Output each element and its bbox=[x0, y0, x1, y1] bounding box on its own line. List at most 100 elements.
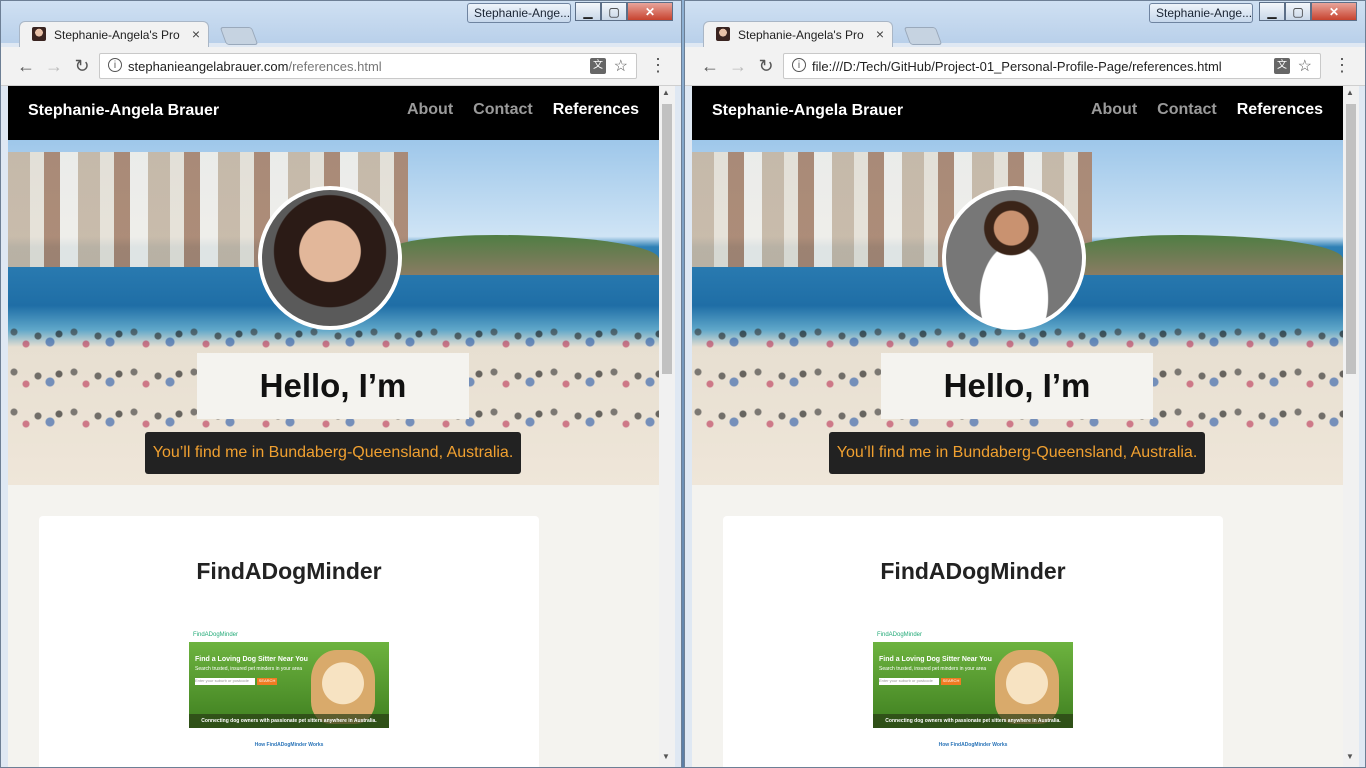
profile-avatar bbox=[258, 186, 402, 330]
new-tab-button[interactable] bbox=[903, 27, 943, 45]
browser-tab[interactable]: Stephanie-Angela's Profi × bbox=[19, 21, 209, 47]
hero-cliff-image bbox=[1072, 235, 1343, 275]
shot-subline: Search trusted, insured pet minders in y… bbox=[879, 666, 986, 672]
browser-window-left: Stephanie-Ange... ▁ ▢ ✕ Stephanie-Angela… bbox=[0, 0, 682, 768]
tab-title: Stephanie-Angela's Profi bbox=[738, 28, 864, 42]
forward-arrow-icon[interactable]: → bbox=[727, 55, 749, 77]
browser-tab[interactable]: Stephanie-Angela's Profi × bbox=[703, 21, 893, 47]
info-icon[interactable]: i bbox=[792, 58, 806, 72]
menu-icon[interactable]: ⋮ bbox=[1333, 55, 1351, 75]
scrollbar[interactable]: ▲ ▼ bbox=[659, 86, 675, 767]
star-icon[interactable]: ☆ bbox=[614, 56, 628, 76]
close-window-button[interactable]: ✕ bbox=[1311, 2, 1357, 21]
nav-contact[interactable]: Contact bbox=[1157, 101, 1217, 119]
nav-references[interactable]: References bbox=[1237, 101, 1323, 119]
hero-greeting: Hello, I’m Angela. bbox=[197, 353, 469, 470]
shot-input: Enter your suburb or postcode bbox=[195, 678, 255, 685]
hero-banner: Hello, I’m Angela. You’ll find me in Bun… bbox=[8, 140, 659, 485]
nav-references[interactable]: References bbox=[553, 101, 639, 119]
shot-footer-link: How FindADogMinder Works bbox=[938, 742, 1008, 748]
scroll-thumb[interactable] bbox=[1346, 104, 1356, 374]
hero-greeting: Hello, I’m Angela. bbox=[881, 353, 1153, 470]
address-bar[interactable]: i file:///D:/Tech/GitHub/Project-01_Pers… bbox=[783, 53, 1321, 79]
site-nav-links: About Contact References bbox=[1091, 101, 1323, 119]
site-navbar: Stephanie-Angela Brauer About Contact Re… bbox=[8, 86, 659, 140]
browser-toolbar: ← → ↻ i file:///D:/Tech/GitHub/Project-0… bbox=[685, 47, 1365, 86]
dog-image bbox=[311, 650, 375, 724]
menu-icon[interactable]: ⋮ bbox=[649, 55, 667, 75]
card-title: FindADogMinder bbox=[880, 558, 1066, 584]
hero-cliff-image bbox=[388, 235, 659, 275]
back-arrow-icon[interactable]: ← bbox=[15, 55, 37, 77]
star-icon[interactable]: ☆ bbox=[1298, 56, 1312, 76]
minimize-button[interactable]: ▁ bbox=[575, 2, 601, 21]
new-tab-button[interactable] bbox=[219, 27, 259, 45]
tab-title: Stephanie-Angela's Profi bbox=[54, 28, 180, 42]
shot-band: Connecting dog owners with passionate pe… bbox=[873, 714, 1073, 728]
desktop: Stephanie-Ange... ▁ ▢ ✕ Stephanie-Angela… bbox=[0, 0, 1366, 768]
scroll-up-icon[interactable]: ▲ bbox=[1346, 88, 1354, 97]
browser-window-right: Stephanie-Ange... ▁ ▢ ✕ Stephanie-Angela… bbox=[684, 0, 1366, 768]
shot-input: Enter your suburb or postcode bbox=[879, 678, 939, 685]
nav-about[interactable]: About bbox=[407, 101, 453, 119]
shot-headline: Find a Loving Dog Sitter Near You bbox=[879, 656, 992, 663]
close-window-button[interactable]: ✕ bbox=[627, 2, 673, 21]
reload-icon[interactable]: ↻ bbox=[755, 55, 777, 77]
window-controls: ▁ ▢ ✕ bbox=[575, 2, 673, 21]
favicon-icon bbox=[32, 27, 46, 41]
shot-subline: Search trusted, insured pet minders in y… bbox=[195, 666, 302, 672]
maximize-button[interactable]: ▢ bbox=[1285, 2, 1311, 21]
info-icon[interactable]: i bbox=[108, 58, 122, 72]
scroll-down-icon[interactable]: ▼ bbox=[1346, 752, 1354, 761]
translate-icon[interactable]: 文 bbox=[1274, 58, 1290, 74]
tab-close-icon[interactable]: × bbox=[192, 26, 200, 42]
minimize-button[interactable]: ▁ bbox=[1259, 2, 1285, 21]
shot-footer-link: How FindADogMinder Works bbox=[254, 742, 324, 748]
scroll-up-icon[interactable]: ▲ bbox=[662, 88, 670, 97]
site-brand[interactable]: Stephanie-Angela Brauer bbox=[712, 102, 903, 120]
url-text[interactable]: stephanieangelabrauer.com/references.htm… bbox=[128, 59, 382, 74]
shot-button: SEARCH bbox=[941, 678, 961, 685]
window-controls: ▁ ▢ ✕ bbox=[1259, 2, 1357, 21]
shot-logo: FindADogMinder bbox=[189, 632, 389, 642]
project-screenshot[interactable]: FindADogMinder Find a Loving Dog Sitter … bbox=[189, 632, 389, 767]
project-screenshot[interactable]: FindADogMinder Find a Loving Dog Sitter … bbox=[873, 632, 1073, 767]
scrollbar[interactable]: ▲ ▼ bbox=[1343, 86, 1359, 767]
translate-icon[interactable]: 文 bbox=[590, 58, 606, 74]
url-text[interactable]: file:///D:/Tech/GitHub/Project-01_Person… bbox=[812, 59, 1222, 74]
card-title: FindADogMinder bbox=[196, 558, 382, 584]
url-host: stephanieangelabrauer.com bbox=[128, 59, 289, 74]
site-brand[interactable]: Stephanie-Angela Brauer bbox=[28, 102, 219, 120]
scroll-thumb[interactable] bbox=[662, 104, 672, 374]
browser-toolbar: ← → ↻ i stephanieangelabrauer.com/refere… bbox=[1, 47, 681, 86]
site-nav-links: About Contact References bbox=[407, 101, 639, 119]
nav-about[interactable]: About bbox=[1091, 101, 1137, 119]
reload-icon[interactable]: ↻ bbox=[71, 55, 93, 77]
window-caption: Stephanie-Ange... bbox=[1149, 3, 1253, 23]
back-arrow-icon[interactable]: ← bbox=[699, 55, 721, 77]
shot-logo: FindADogMinder bbox=[873, 632, 1073, 642]
shot-headline: Find a Loving Dog Sitter Near You bbox=[195, 656, 308, 663]
hero-location: You’ll find me in Bundaberg-Queensland, … bbox=[829, 432, 1205, 474]
dog-image bbox=[995, 650, 1059, 724]
shot-band: Connecting dog owners with passionate pe… bbox=[189, 714, 389, 728]
profile-avatar bbox=[942, 186, 1086, 330]
forward-arrow-icon[interactable]: → bbox=[43, 55, 65, 77]
shot-button: SEARCH bbox=[257, 678, 277, 685]
page-viewport: Stephanie-Angela Brauer About Contact Re… bbox=[8, 86, 659, 767]
hero-location: You’ll find me in Bundaberg-Queensland, … bbox=[145, 432, 521, 474]
favicon-icon bbox=[716, 27, 730, 41]
maximize-button[interactable]: ▢ bbox=[601, 2, 627, 21]
url-host: file:///D:/Tech/GitHub/Project-01_Person… bbox=[812, 59, 1222, 74]
hero-banner: Hello, I’m Angela. You’ll find me in Bun… bbox=[692, 140, 1343, 485]
address-bar[interactable]: i stephanieangelabrauer.com/references.h… bbox=[99, 53, 637, 79]
scroll-down-icon[interactable]: ▼ bbox=[662, 752, 670, 761]
page-viewport: Stephanie-Angela Brauer About Contact Re… bbox=[692, 86, 1343, 767]
reference-card: FindADogMinder FindADogMinder Find a Lov… bbox=[39, 516, 539, 767]
nav-contact[interactable]: Contact bbox=[473, 101, 533, 119]
reference-card: FindADogMinder FindADogMinder Find a Lov… bbox=[723, 516, 1223, 767]
url-path: /references.html bbox=[288, 59, 382, 74]
window-caption: Stephanie-Ange... bbox=[467, 3, 571, 23]
tab-close-icon[interactable]: × bbox=[876, 26, 884, 42]
site-navbar: Stephanie-Angela Brauer About Contact Re… bbox=[692, 86, 1343, 140]
